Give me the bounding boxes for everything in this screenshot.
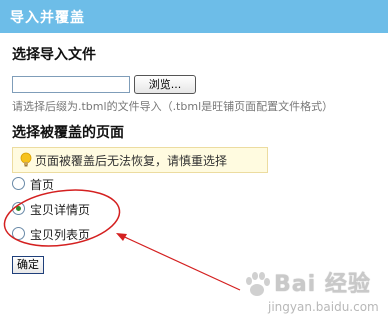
annotation-arrow-line bbox=[117, 233, 241, 291]
annotation-ellipse bbox=[3, 189, 121, 247]
paw-icon bbox=[246, 272, 270, 296]
watermark-brand: Bai 经验 bbox=[274, 272, 371, 297]
watermark-url: jingyan.baidu.com bbox=[268, 300, 379, 314]
watermark: Bai 经验 jingyan.baidu.com bbox=[238, 266, 388, 326]
